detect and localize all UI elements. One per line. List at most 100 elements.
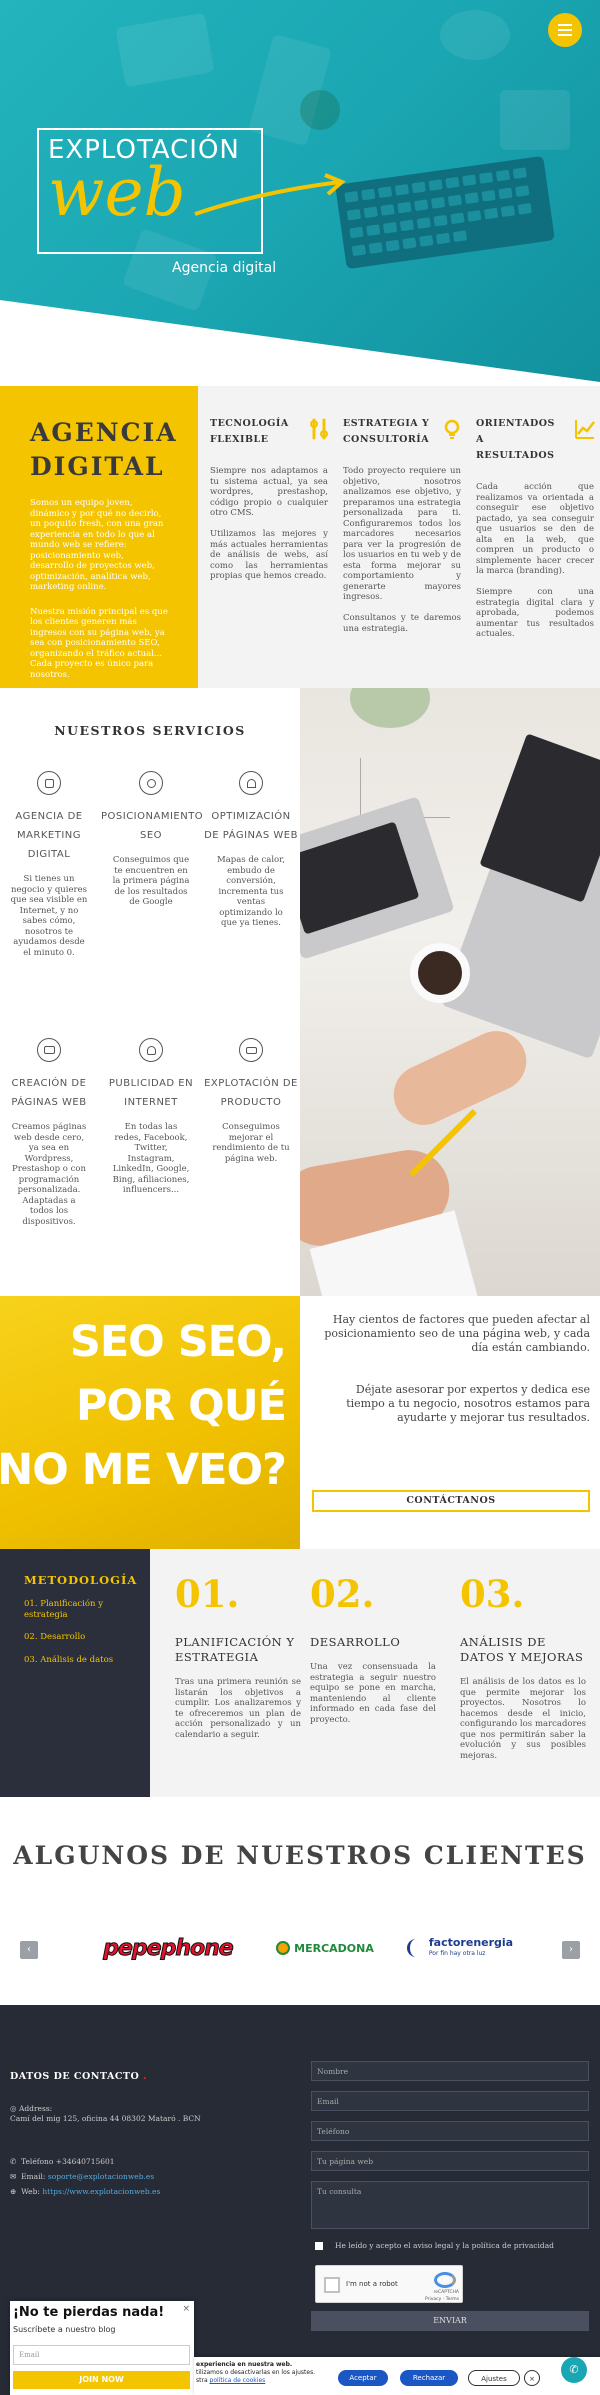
methodology-steps: 01. PLANIFICACIÓN Y ESTRATEGIA Tras una … [150,1549,600,1797]
workspace-photo [300,688,600,1296]
service-title: EXPLOTACIÓN DE PRODUCTO [204,1078,298,1108]
client-logo-mercadona[interactable]: MERCADONA [265,1928,385,1968]
feature-text: Siempre nos adaptamos a tu sistema actua… [210,466,328,581]
lightbulb-icon [444,419,460,439]
step-text: Tras una primera reunión se listarán los… [175,1677,301,1740]
feature-title: ORIENTADOS A RESULTADOS [476,418,555,461]
card-icon [239,1038,263,1062]
seo-line-1: SEO SEO, [69,1317,287,1367]
seo-content: Hay cientos de factores que pueden afect… [300,1296,600,1549]
service-item[interactable]: EXPLOTACIÓN DE PRODUCTO Conseguimos mejo… [202,1038,300,1164]
agency-title: AGENCIA DIGITAL [30,418,178,481]
contact-title: DATOS DE CONTACTO . [10,2071,147,2082]
close-icon[interactable]: × [182,2304,190,2314]
methodology-sidebar: METODOLOGÍA 01. Planificación y estrateg… [0,1549,150,1797]
service-title: PUBLICIDAD EN INTERNET [108,1078,194,1108]
web-line[interactable]: ⊕ Web: https://www.explotacionweb.es [10,2187,160,2197]
legal-checkbox-row[interactable]: He leído y acepto el aviso legal y la po… [315,2241,595,2250]
agency-intro: AGENCIA DIGITAL Somos un equipo joven, d… [0,386,198,688]
logo-subtitle: Agencia digital [172,260,277,276]
service-item[interactable]: OPTIMIZACIÓN DE PÁGINAS WEB Mapas de cal… [202,771,300,929]
service-text: En todas las redes, Facebook, Twitter, I… [112,1122,190,1195]
methodology-link[interactable]: 03. Análisis de datos [24,1655,126,1666]
feature-title: TECNOLOGÍA FLEXIBLE [210,418,289,445]
keyboard-illustration [335,155,555,270]
service-item[interactable]: PUBLICIDAD EN INTERNET En todas las rede… [101,1038,201,1196]
address-label: ◎ Address: [10,2104,53,2113]
service-text: Conseguimos que te encuentren en la prim… [112,855,190,907]
step-number: 03. [460,1572,525,1616]
email-input[interactable]: Email [311,2091,589,2111]
reject-button[interactable]: Rechazar [400,2370,458,2386]
service-item[interactable]: CREACIÓN DE PÁGINAS WEB Creamos páginas … [0,1038,98,1227]
join-button[interactable]: JOIN NOW [13,2371,190,2389]
methodology-link[interactable]: 01. Planificación y estrategia [24,1599,126,1620]
feature-estrategia: ESTRATEGIA Y CONSULTORÍA Todo proyecto r… [343,416,461,634]
methodology-step: 03. ANÁLISIS DE DATOS Y MEJORAS El análi… [460,1571,586,1761]
recaptcha-checkbox[interactable] [324,2277,340,2293]
client-logo-factorenergia[interactable]: factorenergia Por fin hay otra luz [405,1928,515,1968]
service-title: AGENCIA DE MARKETING DIGITAL [15,811,83,860]
menu-button[interactable] [548,13,582,47]
feature-resultados: ORIENTADOS A RESULTADOS Cada acción que … [476,416,595,640]
step-number: 01. [175,1572,240,1616]
feature-tecnologia: TECNOLOGÍA FLEXIBLE Siempre nos adaptamo… [210,416,328,582]
message-textarea[interactable]: Tu consulta [311,2181,589,2229]
contact-button[interactable]: CONTÁCTANOS [312,1490,590,1512]
service-title: CREACIÓN DE PÁGINAS WEB [11,1078,87,1108]
phone-input[interactable]: Teléfono [311,2121,589,2141]
service-item[interactable]: AGENCIA DE MARKETING DIGITAL Si tienes u… [0,771,98,958]
clients-title: ALGUNOS DE NUESTROS CLIENTES [13,1841,587,1870]
cookie-close-icon[interactable]: × [524,2370,540,2386]
feature-text: Cada acción que realizamos va orientada … [476,482,594,639]
cookie-banner: experiencia en nuestra web. tilizamos o d… [194,2357,600,2395]
service-title: OPTIMIZACIÓN DE PÁGINAS WEB [204,811,298,841]
email-line[interactable]: ✉ Email: soporte@explotacionweb.es [10,2172,154,2182]
seo-paragraph-2: Déjate asesorar por expertos y dedica es… [346,1383,590,1424]
factorenergia-icon [406,1939,425,1957]
seo-banner: SEO SEO, POR QUÉ NO ME VEO? [0,1296,300,1549]
recaptcha-icon [434,2272,456,2288]
website-input[interactable]: Tu página web [311,2151,589,2171]
phone-line[interactable]: ✆ Teléfono +34640715601 [10,2157,115,2167]
agency-paragraph-1: Somos un equipo joven, dinámico y por qu… [30,498,164,592]
carousel-prev-button[interactable]: ‹ [20,1941,38,1959]
methodology-link[interactable]: 02. Desarrollo [24,1632,126,1643]
name-input[interactable]: Nombre [311,2061,589,2081]
popup-subtitle: Suscríbete a nuestro blog [13,2325,116,2334]
seo-paragraph-1: Hay cientos de factores que pueden afect… [324,1313,590,1354]
send-button[interactable]: ENVIAR [311,2311,589,2331]
recaptcha-widget[interactable]: I'm not a robot reCAPTCHA Privacy - Term… [315,2265,463,2303]
popup-email-input[interactable]: Email [13,2345,190,2365]
chat-icon [37,771,61,795]
service-text: Si tienes un negocio y quieres que sea v… [10,874,88,958]
step-text: Una vez consensuada la estrategia a segu… [310,1662,436,1725]
services-section: NUESTROS SERVICIOS AGENCIA DE MARKETING … [0,688,300,1296]
client-logo-pepephone[interactable]: pepephone [93,1928,243,1968]
step-number: 02. [310,1572,375,1616]
service-item[interactable]: POSICIONAMIENTO SEO Conseguimos que te e… [101,771,204,908]
newsletter-popup: ¡No te pierdas nada! Suscríbete a nuestr… [10,2301,194,2395]
accept-button[interactable]: Aceptar [338,2370,388,2386]
services-title: NUESTROS SERVICIOS [54,723,246,738]
mercadona-icon [276,1941,291,1955]
service-text: Mapas de calor, embudo de conversión, in… [216,855,285,928]
step-text: El análisis de los datos es lo que permi… [460,1677,586,1761]
settings-button[interactable]: Ajustes [468,2370,520,2386]
service-title: POSICIONAMIENTO SEO [101,811,204,841]
agency-paragraph-2: Nuestra misión principal es que los clie… [30,606,168,680]
features-section: TECNOLOGÍA FLEXIBLE Siempre nos adaptamo… [198,386,600,688]
cookie-policy-link[interactable]: política de cookies [210,2377,266,2384]
methodology-title: METODOLOGÍA [24,1573,138,1587]
step-title: DESARROLLO [310,1635,401,1649]
service-text: Creamos páginas web desde cero, ya sea e… [11,1122,87,1227]
step-title: ANÁLISIS DE DATOS Y MEJORAS [460,1635,584,1664]
target-icon [139,771,163,795]
chat-icon[interactable]: ✆ [561,2357,587,2383]
speed-icon [239,771,263,795]
legal-checkbox[interactable] [315,2242,323,2250]
methodology-step: 01. PLANIFICACIÓN Y ESTRATEGIA Tras una … [175,1571,301,1740]
carousel-next-button[interactable]: › [562,1941,580,1959]
logo-web: web [48,154,186,231]
popup-title: ¡No te pierdas nada! [13,2305,165,2320]
